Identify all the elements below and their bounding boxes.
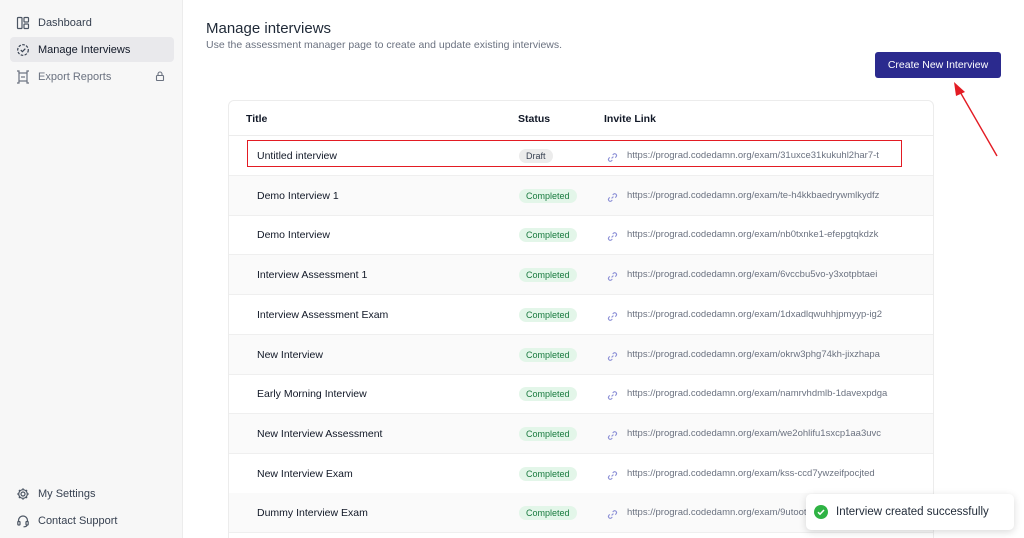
sidebar: Dashboard Manage Interviews Export Repor… <box>0 0 183 538</box>
status-badge: Completed <box>519 426 577 441</box>
page-subtitle: Use the assessment manager page to creat… <box>206 39 563 51</box>
interview-title[interactable]: Dummy Interview Exam <box>257 507 368 519</box>
toast-notification: Interview created successfully <box>806 494 1014 530</box>
interview-title[interactable]: New Interview Assessment <box>257 428 382 440</box>
invite-link[interactable]: https://prograd.codedamn.org/exam/9utoot… <box>627 507 809 518</box>
status-badge: Completed <box>519 307 577 322</box>
status-badge: Completed <box>519 506 577 521</box>
link-icon[interactable] <box>607 428 618 440</box>
invite-link[interactable]: https://prograd.codedamn.org/exam/namrvh… <box>627 388 887 399</box>
status-badge: Completed <box>519 228 577 243</box>
link-icon[interactable] <box>607 309 618 321</box>
interview-title[interactable]: Early Morning Interview <box>257 388 367 400</box>
table-header: Title Status Invite Link <box>229 101 933 136</box>
link-icon[interactable] <box>607 269 618 281</box>
interview-title[interactable]: Interview Assessment Exam <box>257 309 388 321</box>
invite-link[interactable]: https://prograd.codedamn.org/exam/nb0txn… <box>627 229 878 240</box>
status-badge: Completed <box>519 347 577 362</box>
invite-link[interactable]: https://prograd.codedamn.org/exam/te-h4k… <box>627 190 879 201</box>
table-row[interactable]: Untitled interview Draft https://prograd.c… <box>229 136 933 176</box>
sidebar-item-label: Contact Support <box>38 514 118 527</box>
table-row[interactable]: Early Morning Interview Completed https://… <box>229 374 933 415</box>
invite-link[interactable]: https://prograd.codedamn.org/exam/we2ohl… <box>627 428 881 439</box>
invite-link[interactable]: https://prograd.codedamn.org/exam/1dxadl… <box>627 309 882 320</box>
link-icon[interactable] <box>607 349 618 361</box>
link-icon[interactable] <box>607 150 618 162</box>
annotation-arrow <box>954 82 998 157</box>
link-icon[interactable] <box>607 507 618 520</box>
create-new-interview-button[interactable]: Create New Interview <box>875 52 1001 78</box>
gear-icon <box>16 487 30 501</box>
status-badge: Draft <box>519 149 553 163</box>
column-header-status[interactable]: Status <box>518 113 550 125</box>
lock-icon <box>154 70 166 82</box>
table-row[interactable]: New Interview Exam Completed https://progr… <box>229 454 933 494</box>
table-row[interactable]: Interview Assessment 1 Completed https://p… <box>229 255 933 296</box>
link-icon[interactable] <box>607 388 618 400</box>
status-badge: Completed <box>519 466 577 481</box>
sidebar-item-label: Manage Interviews <box>38 43 131 56</box>
invite-link[interactable]: https://prograd.codedamn.org/exam/kss-cc… <box>627 468 875 479</box>
page-title: Manage interviews <box>206 20 332 37</box>
toast-message: Interview created successfully <box>836 506 989 518</box>
sidebar-item-contact-support[interactable]: Contact Support <box>10 508 174 533</box>
status-badge: Completed <box>519 188 577 203</box>
headset-icon <box>16 514 30 528</box>
interview-title[interactable]: Demo Interview <box>257 229 330 241</box>
table-row[interactable]: New Interview Completed https://prograd.co… <box>229 334 933 375</box>
interviews-table: Title Status Invite Link Untitled interv… <box>228 100 934 538</box>
link-icon[interactable] <box>607 468 618 480</box>
sidebar-item-manage-interviews[interactable]: Manage Interviews <box>10 37 174 62</box>
sidebar-item-my-settings[interactable]: My Settings <box>10 481 174 506</box>
interview-title[interactable]: New Interview Exam <box>257 468 353 480</box>
status-badge: Completed <box>519 387 577 402</box>
interview-title[interactable]: New Interview <box>257 349 323 361</box>
interviews-icon <box>16 43 30 57</box>
table-row[interactable]: New Interview Assessment Completed https:/… <box>229 413 933 454</box>
invite-link[interactable]: https://prograd.codedamn.org/exam/31uxce… <box>627 150 879 161</box>
column-header-title[interactable]: Title <box>246 113 267 125</box>
sidebar-item-label: Export Reports <box>38 70 112 83</box>
sidebar-item-label: My Settings <box>38 487 96 500</box>
table-row[interactable]: Demo Interview Completed https://prograd.c… <box>229 215 933 256</box>
layout-icon <box>16 16 30 30</box>
interview-title[interactable]: Demo Interview 1 <box>257 190 339 202</box>
link-icon[interactable] <box>607 190 618 202</box>
sidebar-item-dashboard[interactable]: Dashboard <box>10 10 174 35</box>
interview-title[interactable]: Interview Assessment 1 <box>257 269 367 281</box>
main-content: Manage interviews Use the assessment man… <box>184 0 1024 538</box>
invite-link[interactable]: https://prograd.codedamn.org/exam/okrw3p… <box>627 349 880 360</box>
sidebar-item-export-reports[interactable]: Export Reports <box>10 64 174 89</box>
table-row[interactable]: Interview Assessment Exam Completed https:… <box>229 295 933 335</box>
status-badge: Completed <box>519 268 577 283</box>
column-header-invite-link[interactable]: Invite Link <box>604 113 656 125</box>
export-icon <box>16 69 30 84</box>
check-circle-icon <box>814 505 828 519</box>
invite-link[interactable]: https://prograd.codedamn.org/exam/6vccbu… <box>627 269 877 280</box>
interview-title[interactable]: Untitled interview <box>257 150 337 162</box>
link-icon[interactable] <box>607 229 618 242</box>
sidebar-item-label: Dashboard <box>38 16 92 29</box>
table-row[interactable]: Demo Interview 1 Completed https://prograd… <box>229 175 933 216</box>
